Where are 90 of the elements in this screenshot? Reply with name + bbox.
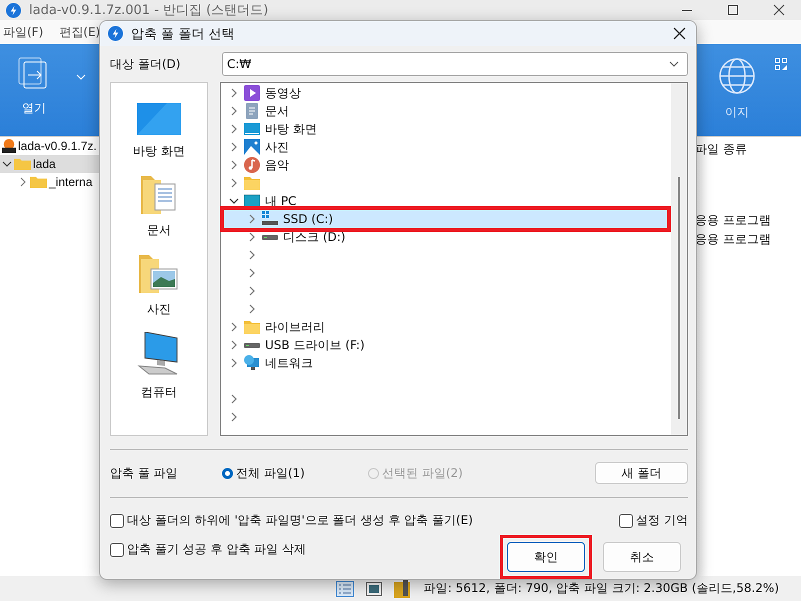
new-folder-button[interactable]: 새 폴더 [595,462,688,484]
drive-icon [262,234,278,240]
folder-label[interactable]: USB 드라이브 (F:) [265,336,365,354]
expand-chevron-icon[interactable] [229,142,239,152]
expand-chevron-icon[interactable] [229,124,239,134]
checkbox-label[interactable]: 대상 폴더의 하위에 '압축 파일명'으로 폴더 생성 후 압축 풀기(E) [127,512,473,529]
app-logo-icon [6,2,21,18]
checkbox-label[interactable]: 설정 기억 [636,512,688,529]
target-folder-combo[interactable]: C:₩ [222,52,688,76]
radio-label[interactable]: 전체 파일(1) [236,464,305,482]
folder-icon [244,175,260,191]
collapse-chevron-icon[interactable] [229,196,239,206]
folder-label[interactable]: 문서 [265,102,289,120]
menu-item[interactable]: 파일(F) [3,24,44,40]
dropdown-caret-icon[interactable] [669,61,679,67]
monitor-icon [244,121,260,137]
folder-label[interactable]: SSD (C:) [283,212,334,226]
field-label: 압축 풀 파일 [110,464,179,482]
expand-chevron-icon[interactable] [229,88,239,98]
expand-chevron-icon[interactable] [229,340,239,350]
app-logo-icon [108,26,123,41]
picture-folder-icon[interactable] [139,253,179,293]
tree-item-label[interactable]: lada-v0.9.1.7z. [18,139,97,153]
table-cell-text: 응용 프로그램 [695,212,772,229]
expand-chevron-icon[interactable] [247,214,257,224]
expand-chevron-icon[interactable] [247,268,257,278]
details-view-icon[interactable] [336,580,354,596]
checkbox[interactable] [619,514,634,528]
archive-icon [2,139,16,153]
expand-chevron-icon[interactable] [247,286,257,296]
network-icon [244,355,260,371]
menu-item[interactable]: 편집(E) [59,24,100,40]
open-button-label[interactable]: 열기 [22,100,46,117]
ok-button[interactable]: 확인 [507,542,585,572]
expand-chevron-icon[interactable] [229,160,239,170]
tree-item-label[interactable]: _interna [49,175,92,189]
expand-chevron-icon[interactable] [229,394,239,404]
column-header[interactable]: 파일 종류 [695,141,801,158]
globe-icon[interactable] [717,56,757,96]
folder-icon [30,175,47,189]
checkbox[interactable] [110,514,124,528]
music-note-icon [244,157,260,173]
layout-grid-icon[interactable] [775,58,787,70]
place-label[interactable]: 바탕 화면 [133,143,185,160]
folder-label[interactable]: 사진 [265,138,289,156]
collapse-chevron-icon[interactable] [2,159,12,169]
folder-label[interactable]: 동영상 [265,84,301,102]
scrollbar[interactable] [671,83,687,435]
folder-label[interactable]: 바탕 화면 [265,120,317,138]
field-label: 대상 폴더(D) [110,56,182,72]
maximize-icon[interactable] [727,4,739,16]
thumbnail-view-icon[interactable] [366,582,382,596]
folder-label[interactable]: 라이브러리 [265,318,325,336]
folder-icon [14,157,31,171]
checkbox[interactable] [110,542,124,556]
place-label[interactable]: 사진 [147,301,171,318]
table-cell-text: 응용 프로그램 [695,231,772,248]
cancel-button[interactable]: 취소 [603,542,681,572]
dialog-title: 압축 풀 폴더 선택 [131,26,234,42]
expand-chevron-icon[interactable] [18,177,28,187]
place-label[interactable]: 컴퓨터 [141,384,177,401]
document-folder-icon[interactable] [141,174,177,214]
drive-icon [244,342,260,348]
folder-label[interactable]: 내 PC [265,192,296,210]
folder-label[interactable]: 음악 [265,156,289,174]
expand-chevron-icon[interactable] [229,358,239,368]
selected-tree-row[interactable]: lada [0,155,100,173]
expand-chevron-icon[interactable] [229,412,239,422]
archive-folder-icon[interactable] [394,580,410,598]
folder-icon [244,319,260,335]
expand-chevron-icon[interactable] [247,232,257,242]
checkbox-label[interactable]: 압축 풀기 성공 후 압축 파일 삭제 [127,541,306,558]
folder-label[interactable]: 디스크 (D:) [283,228,346,246]
tree-item-label[interactable]: lada [33,157,56,171]
expand-chevron-icon[interactable] [247,304,257,314]
document-icon [244,103,260,119]
status-text: 파일: 5612, 폴더: 790, 압축 파일 크기: 2.30GB (솔리드,58.2%) [424,580,779,597]
expand-chevron-icon[interactable] [229,106,239,116]
close-icon[interactable] [773,4,785,16]
windows-drive-icon [262,211,278,227]
window-title: lada-v0.9.1.7z.001 - 반디집 (스탠더드) [29,2,268,19]
expand-chevron-icon[interactable] [229,178,239,188]
place-label[interactable]: 문서 [147,222,171,239]
video-icon [244,85,260,101]
expand-chevron-icon[interactable] [229,322,239,332]
close-icon[interactable] [673,27,686,40]
expand-chevron-icon[interactable] [247,250,257,260]
image-icon [244,139,260,155]
folder-label[interactable]: 네트워크 [265,354,313,372]
radio-button[interactable] [222,468,233,478]
